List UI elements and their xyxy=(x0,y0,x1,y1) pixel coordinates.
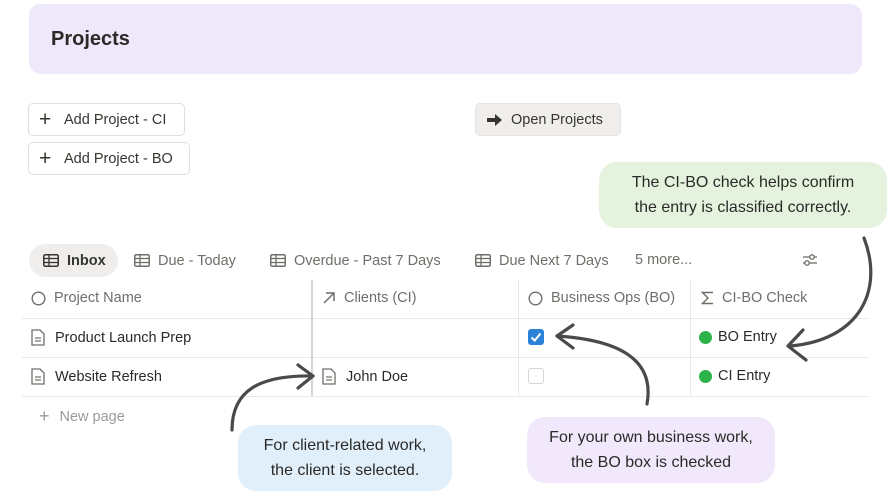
circle-icon xyxy=(31,290,46,306)
plus-icon: + xyxy=(39,108,52,131)
tab-label: Inbox xyxy=(67,252,106,269)
bo-checkbox-cell[interactable] xyxy=(528,368,544,384)
tab-overdue-past-7-days[interactable]: Overdue - Past 7 Days xyxy=(270,244,441,277)
table-icon xyxy=(43,254,59,267)
arrow-to-bo-checkbox xyxy=(555,334,650,406)
table-icon xyxy=(270,254,286,267)
view-tabs: Inbox Due - Today Overdue - Past 7 Days … xyxy=(29,244,869,278)
callout-line: The CI-BO check helps confirm xyxy=(631,174,855,191)
callout-line: For your own business work, xyxy=(549,429,753,446)
bo-checkbox-cell[interactable] xyxy=(528,329,544,345)
column-header-label: Clients (CI) xyxy=(344,290,417,306)
open-projects-button[interactable]: Open Projects xyxy=(475,103,621,136)
callout-line: For client-related work, xyxy=(263,437,427,454)
project-name: Product Launch Prep xyxy=(55,329,192,346)
client-relation-cell[interactable]: John Doe xyxy=(322,368,408,385)
table-row-name-cell[interactable]: Product Launch Prep xyxy=(31,329,191,346)
arrowhead xyxy=(786,328,808,362)
sigma-icon xyxy=(701,291,713,305)
green-dot-icon xyxy=(699,330,712,344)
plus-icon: + xyxy=(39,147,52,170)
tab-label: Overdue - Past 7 Days xyxy=(294,252,441,269)
row-divider xyxy=(22,357,869,358)
check-icon xyxy=(530,332,542,342)
page-icon xyxy=(31,368,45,385)
plus-icon: + xyxy=(39,406,50,426)
tab-due-next-7-days[interactable]: Due Next 7 Days xyxy=(475,244,609,277)
green-dot-icon xyxy=(699,369,712,383)
callout-line: the entry is classified correctly. xyxy=(634,199,852,216)
tab-label: Due Next 7 Days xyxy=(499,252,609,269)
column-header-label: Business Ops (BO) xyxy=(551,290,676,306)
tab-inbox[interactable]: Inbox xyxy=(29,244,118,277)
callout-business-work: For your own business work, the BO box i… xyxy=(527,417,775,483)
column-divider xyxy=(690,280,691,396)
ci-bo-check-cell: CI Entry xyxy=(699,368,770,384)
row-divider xyxy=(22,318,869,319)
relation-arrow-icon xyxy=(323,292,335,304)
column-header-label: CI-BO Check xyxy=(722,290,808,306)
add-project-bo-label: Add Project - BO xyxy=(64,150,173,167)
callout-ci-bo-check: The CI-BO check helps confirm the entry … xyxy=(599,162,887,228)
more-views-link[interactable]: 5 more... xyxy=(635,252,692,268)
table-icon xyxy=(134,254,150,267)
callout-client-work: For client-related work, the client is s… xyxy=(238,425,452,491)
page-title: Projects xyxy=(51,28,130,50)
tab-due-today[interactable]: Due - Today xyxy=(134,244,236,277)
ci-bo-check-value: CI Entry xyxy=(718,368,771,384)
arrow-right-icon xyxy=(487,113,502,126)
add-project-bo-button[interactable]: + Add Project - BO xyxy=(28,142,190,175)
add-project-ci-button[interactable]: + Add Project - CI xyxy=(28,103,185,136)
column-header-business-ops[interactable]: Business Ops (BO) xyxy=(528,290,675,306)
new-page-button[interactable]: + New page xyxy=(39,406,125,427)
column-header-clients[interactable]: Clients (CI) xyxy=(322,290,417,306)
column-header-label: Project Name xyxy=(54,290,142,306)
project-name: Website Refresh xyxy=(55,368,162,385)
column-divider xyxy=(311,280,313,396)
tab-label: Due - Today xyxy=(158,252,236,269)
circle-icon xyxy=(528,290,543,306)
column-divider xyxy=(518,280,519,396)
page-icon xyxy=(31,329,45,346)
ci-bo-check-cell: BO Entry xyxy=(699,329,777,345)
page-header: Projects xyxy=(29,4,862,74)
ci-bo-check-value: BO Entry xyxy=(718,329,777,345)
sliders-icon[interactable] xyxy=(802,252,818,268)
column-header-project-name[interactable]: Project Name xyxy=(31,290,142,306)
client-name: John Doe xyxy=(346,368,409,385)
bo-checkbox-unchecked[interactable] xyxy=(528,368,544,384)
new-page-label: New page xyxy=(59,408,125,425)
column-header-ci-bo-check[interactable]: CI-BO Check xyxy=(701,290,807,306)
row-divider xyxy=(22,396,869,397)
callout-line: the client is selected. xyxy=(270,462,420,479)
table-row-name-cell[interactable]: Website Refresh xyxy=(31,368,162,385)
arrowhead xyxy=(555,323,575,350)
open-projects-label: Open Projects xyxy=(511,111,603,128)
add-project-ci-label: Add Project - CI xyxy=(64,111,167,128)
page-icon xyxy=(322,368,336,385)
arrow-to-client-cell xyxy=(230,374,315,432)
bo-checkbox-checked[interactable] xyxy=(528,329,544,345)
table-icon xyxy=(475,254,491,267)
callout-line: the BO box is checked xyxy=(570,454,732,471)
